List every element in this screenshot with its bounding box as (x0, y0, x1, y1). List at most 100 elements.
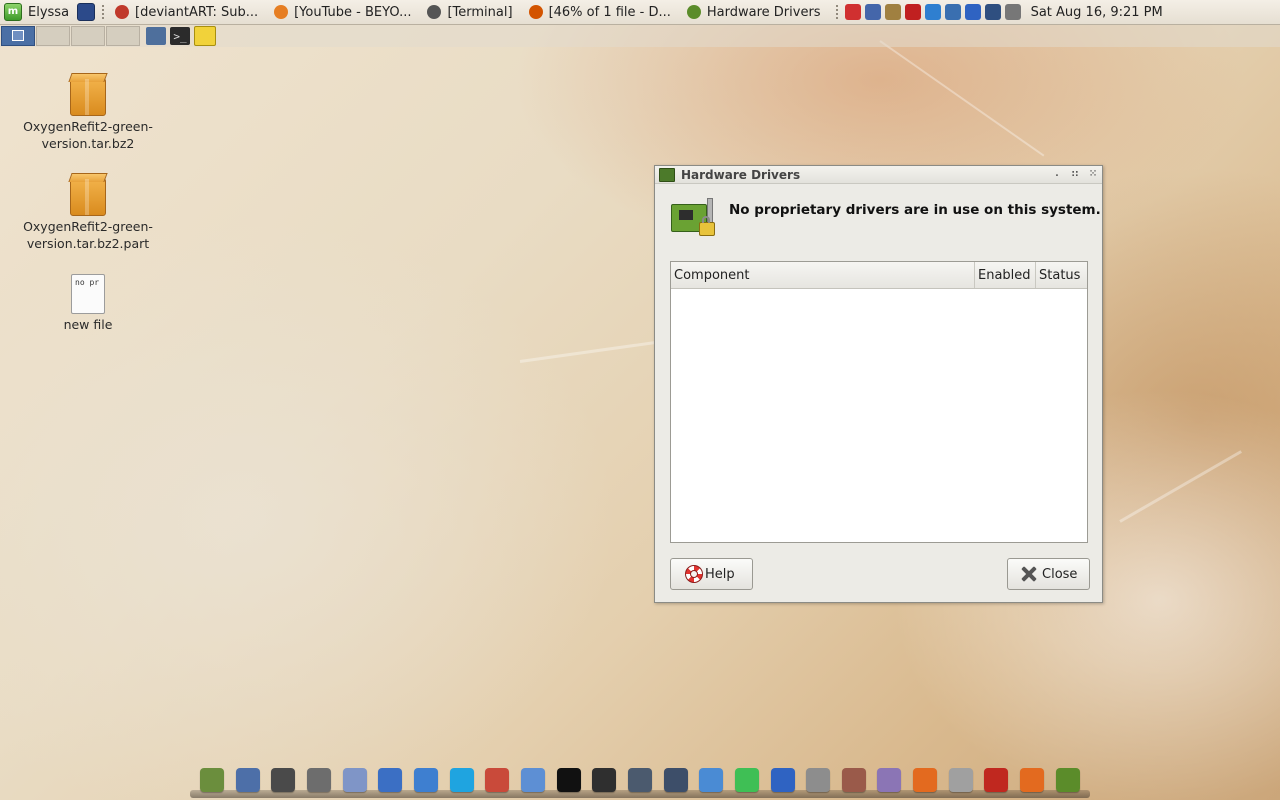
help-lifebuoy-icon (685, 565, 703, 583)
window-titlebar[interactable]: Hardware Drivers . :: ⁙ (655, 166, 1102, 184)
file-label: new file (63, 317, 113, 332)
taskbar-item[interactable]: [YouTube - BEYO... (268, 1, 417, 23)
dropbox-icon[interactable] (924, 4, 941, 20)
wallpaper-stroke (879, 40, 1045, 157)
update-icon[interactable] (944, 4, 961, 20)
taskbar-item-label: [Terminal] (447, 4, 513, 20)
wallpaper-stroke (1119, 450, 1242, 523)
calendar-icon[interactable] (485, 768, 510, 792)
close-icon (1020, 565, 1038, 583)
file-label: version.tar.bz2 (41, 136, 135, 151)
speaker-icon[interactable] (627, 768, 652, 792)
taskbar-item[interactable]: [deviantART: Sub... (109, 1, 264, 23)
web-globe-icon[interactable] (342, 768, 367, 792)
hardware-drivers-icon (686, 5, 701, 19)
text-file-icon: no pr (71, 274, 105, 314)
monitor-icon[interactable] (271, 768, 296, 792)
calculator-icon[interactable] (200, 768, 224, 792)
drivers-list[interactable]: Component Enabled Status (670, 261, 1088, 543)
panel-separator (835, 4, 838, 20)
text-editor-launcher-icon[interactable] (194, 26, 216, 46)
firefox-icon (274, 5, 289, 19)
close-window-button[interactable]: ⁙ (1084, 168, 1102, 182)
workspace-3[interactable] (71, 26, 105, 46)
aim-icon[interactable] (556, 768, 581, 792)
column-status[interactable]: Status (1036, 262, 1087, 288)
maximize-button[interactable]: :: (1066, 168, 1084, 182)
globe-icon[interactable] (413, 768, 438, 792)
show-desktop-icon[interactable] (77, 3, 96, 21)
volume-icon[interactable] (1004, 4, 1021, 20)
taskbar-item-label: [deviantART: Sub... (135, 4, 259, 20)
close-button[interactable]: Close (1007, 558, 1090, 590)
status-message: No proprietary drivers are in use on thi… (729, 202, 1101, 218)
network-icon[interactable] (864, 4, 881, 20)
ghost-chat-icon[interactable] (877, 768, 902, 792)
workspace-panel: >_ (0, 25, 1280, 47)
computer-launcher-icon[interactable] (146, 27, 166, 45)
disk-utility-icon[interactable] (948, 768, 973, 792)
clapperboard-icon[interactable] (592, 768, 617, 792)
notes-icon[interactable] (378, 768, 403, 792)
opera-icon[interactable] (984, 768, 1009, 792)
system-tray (843, 0, 1023, 24)
hardware-card-lock-icon (669, 198, 715, 238)
lock-icon[interactable] (884, 4, 901, 20)
desktop-file-new[interactable]: no pr new file (18, 274, 158, 333)
top-panel: m Elyssa [deviantART: Sub... [YouTube - B… (0, 0, 1280, 25)
file-label: version.tar.bz2.part (26, 236, 150, 251)
drivers-list-header: Component Enabled Status (671, 262, 1087, 289)
signal-icon[interactable] (984, 4, 1001, 20)
terminal-icon (427, 5, 442, 19)
minimize-button[interactable]: . (1048, 168, 1066, 182)
taskbar-item[interactable]: [Terminal] (421, 1, 518, 23)
hardware-drivers-window: Hardware Drivers . :: ⁙ No proprietary d… (654, 165, 1103, 603)
drive-icon[interactable] (806, 768, 831, 792)
floppy-save-icon[interactable] (235, 768, 260, 792)
archive-icon (70, 78, 106, 116)
hardware-drivers-icon[interactable] (1055, 768, 1080, 792)
no-entry-icon[interactable] (844, 4, 861, 20)
taskbar-item-label: [46% of 1 file - D... (548, 4, 671, 20)
taskbar-item-label: [YouTube - BEYO... (294, 4, 412, 20)
window-title: Hardware Drivers (681, 167, 801, 182)
desktop-file-tarball[interactable]: OxygenRefit2-green- version.tar.bz2 (18, 78, 158, 152)
column-enabled[interactable]: Enabled (975, 262, 1036, 288)
workspace-4[interactable] (106, 26, 140, 46)
taskbar-item-label: Hardware Drivers (706, 4, 821, 20)
desktop: m Elyssa [deviantART: Sub... [YouTube - B… (0, 0, 1280, 800)
bluetooth-icon[interactable] (770, 768, 795, 792)
help-button[interactable]: Help (670, 558, 753, 590)
mint-logo-icon: m (4, 3, 22, 21)
close-button-label: Close (1042, 566, 1078, 582)
mixer-icon[interactable] (663, 768, 688, 792)
firefox-icon[interactable] (1020, 768, 1045, 792)
skype-icon[interactable] (449, 768, 474, 792)
file-label: OxygenRefit2-green- (23, 119, 153, 134)
blender-icon[interactable] (520, 768, 545, 792)
clock[interactable]: Sat Aug 16, 9:21 PM (1031, 5, 1163, 20)
audio-player-icon[interactable] (904, 4, 921, 20)
workspace-2[interactable] (36, 26, 70, 46)
hardware-drivers-icon (659, 167, 675, 182)
dialog-header: No proprietary drivers are in use on thi… (655, 184, 1102, 240)
terminal-launcher-icon[interactable]: >_ (170, 27, 190, 45)
dock (196, 762, 1084, 798)
desktop-file-partial[interactable]: OxygenRefit2-green- version.tar.bz2.part (18, 178, 158, 252)
archive-icon (70, 178, 106, 216)
firefox-icon[interactable] (913, 768, 938, 792)
column-component[interactable]: Component (671, 262, 975, 288)
taskbar-item[interactable]: Hardware Drivers (681, 1, 827, 23)
bluetooth-icon[interactable] (964, 4, 981, 20)
taskbar-item[interactable]: [46% of 1 file - D... (523, 1, 677, 23)
music-player-icon (115, 5, 130, 19)
gem-icon[interactable] (734, 768, 759, 792)
workspace-1[interactable] (1, 26, 35, 46)
video-camera-icon[interactable] (306, 768, 331, 792)
cursor-icon[interactable] (699, 768, 724, 792)
file-label: OxygenRefit2-green- (23, 219, 153, 234)
package-icon[interactable] (841, 768, 866, 792)
panel-separator (102, 4, 105, 20)
main-menu-label: Elyssa (28, 4, 70, 20)
main-menu-button[interactable]: m Elyssa (0, 0, 69, 24)
